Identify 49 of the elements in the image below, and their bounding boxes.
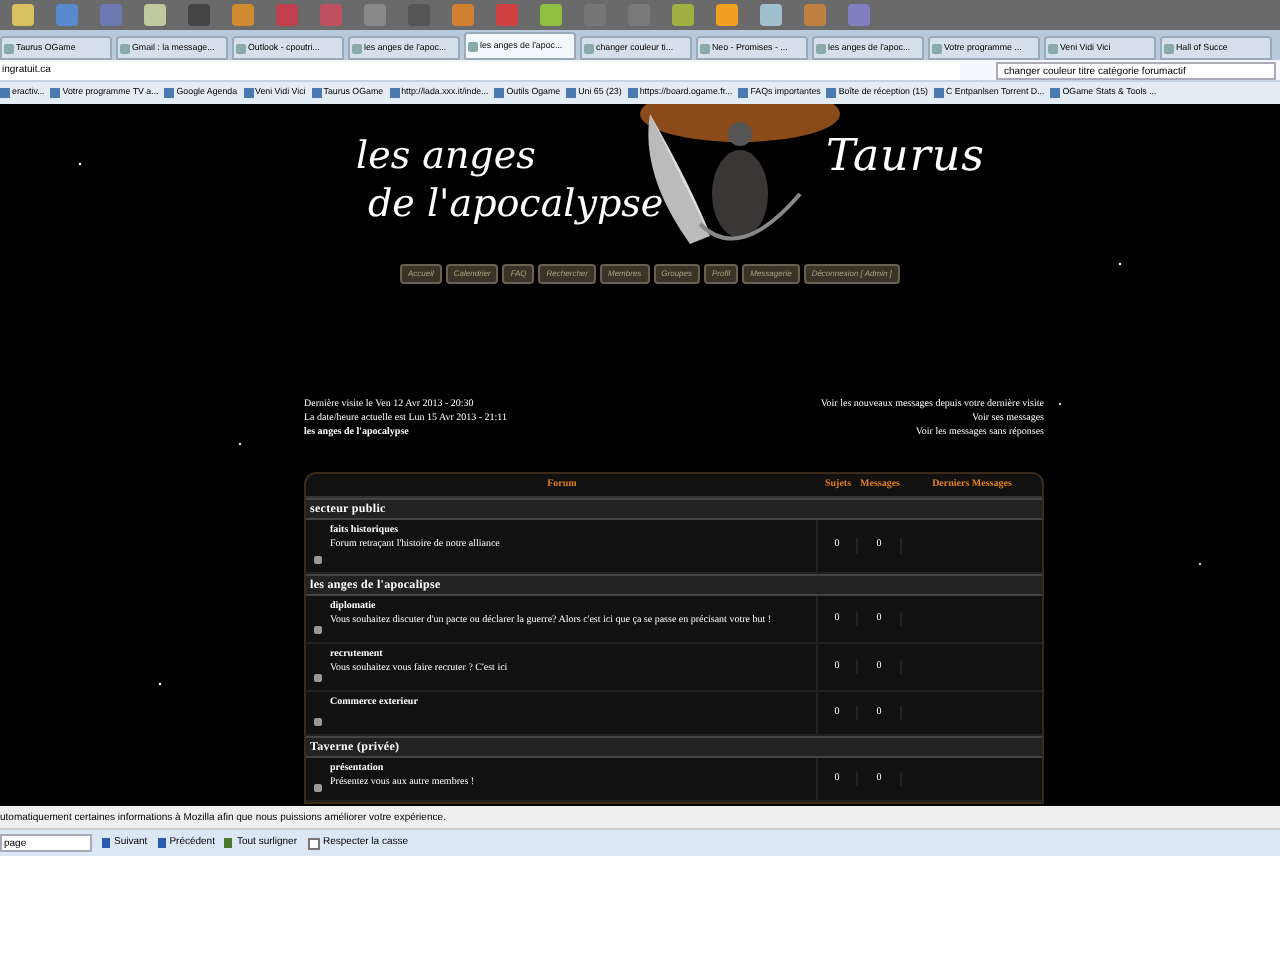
favicon-icon	[4, 43, 14, 53]
taskbar-icon[interactable]	[540, 4, 562, 26]
favicon-icon	[1048, 43, 1058, 53]
bookmark-icon	[627, 87, 638, 98]
bookmark-icon	[164, 87, 175, 98]
checkbox[interactable]	[307, 837, 319, 849]
logo-text: les anges	[356, 132, 538, 180]
taskbar-icon[interactable]	[12, 4, 34, 26]
taskbar-icon[interactable]	[320, 4, 342, 26]
bookmark-icon	[826, 87, 837, 98]
forum-icon	[314, 674, 322, 682]
taskbar-icon[interactable]	[276, 4, 298, 26]
bookmark-icon	[0, 87, 10, 98]
bookmark-icon	[738, 87, 749, 98]
favicon-icon	[932, 43, 942, 53]
taskbar-icon[interactable]	[144, 4, 166, 26]
favicon-icon	[584, 43, 594, 53]
taskbar-icon[interactable]	[364, 4, 386, 26]
taskbar-icon[interactable]	[760, 4, 782, 26]
taskbar-icon[interactable]	[804, 4, 826, 26]
taskbar-icon[interactable]	[56, 4, 78, 26]
bookmark-icon	[311, 87, 322, 98]
bookmark-icon	[389, 87, 400, 98]
favicon-icon	[352, 43, 362, 53]
taskbar-icon[interactable]	[672, 4, 694, 26]
bookmark-icon	[566, 87, 577, 98]
bookmark-icon	[494, 87, 505, 98]
bookmark-icon	[50, 87, 61, 98]
favicon-icon	[236, 43, 246, 53]
taskbar-icon[interactable]	[452, 4, 474, 26]
favicon-icon	[816, 43, 826, 53]
taskbar-icon[interactable]	[188, 4, 210, 26]
favicon-icon	[1164, 43, 1174, 53]
favicon-icon	[468, 41, 478, 51]
logo-text: Taurus	[826, 130, 986, 186]
bookmark-icon	[934, 87, 945, 98]
forum-icon	[314, 718, 322, 726]
forum-icon	[314, 784, 322, 792]
favicon-icon	[120, 43, 130, 53]
taskbar-icon[interactable]	[496, 4, 518, 26]
forum-icon	[314, 556, 322, 564]
favicon-icon	[700, 43, 710, 53]
forum-icon	[314, 626, 322, 634]
taskbar-icon[interactable]	[100, 4, 122, 26]
taskbar-icon[interactable]	[232, 4, 254, 26]
taskbar-icon[interactable]	[848, 4, 870, 26]
taskbar-icon[interactable]	[716, 4, 738, 26]
bookmark-icon	[1050, 87, 1061, 98]
bookmark-icon	[243, 87, 254, 98]
